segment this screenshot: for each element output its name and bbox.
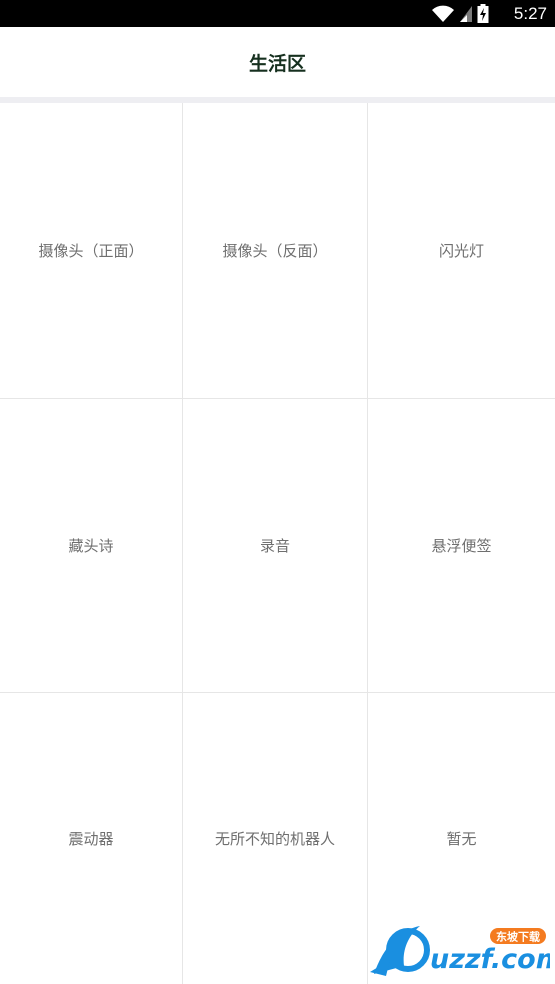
- tile-vibrator[interactable]: 震动器: [0, 693, 183, 984]
- battery-charging-icon: [477, 4, 489, 23]
- tile-label: 录音: [259, 537, 290, 555]
- signal-icon: [460, 5, 472, 22]
- tile-label: 暂无: [446, 830, 477, 848]
- status-bar: 5:27: [0, 0, 555, 27]
- status-time: 5:27: [513, 4, 547, 23]
- tile-label: 藏头诗: [68, 537, 114, 555]
- uzzf-watermark-logo: 东坡下载 uzzf.com: [370, 926, 550, 976]
- tile-rear-camera[interactable]: 摄像头（反面）: [183, 103, 368, 399]
- tile-label: 闪光灯: [438, 242, 484, 260]
- tile-robot[interactable]: 无所不知的机器人: [183, 693, 368, 984]
- tile-acrostic-poem[interactable]: 藏头诗: [0, 399, 183, 693]
- tile-label: 无所不知的机器人: [214, 830, 335, 848]
- tile-label: 震动器: [68, 830, 114, 848]
- page-title: 生活区: [248, 52, 306, 75]
- svg-text:东坡下载: 东坡下载: [496, 930, 540, 944]
- svg-text:uzzf.com: uzzf.com: [430, 944, 550, 975]
- tile-flashlight[interactable]: 闪光灯: [368, 103, 555, 399]
- tile-floating-note[interactable]: 悬浮便签: [368, 399, 555, 693]
- tile-recorder[interactable]: 录音: [183, 399, 368, 693]
- feature-grid: 摄像头（正面） 摄像头（反面） 闪光灯 藏头诗 录音 悬浮便签 震动器 无所不知…: [0, 103, 555, 984]
- tile-label: 摄像头（正面）: [38, 242, 144, 260]
- status-icons: [431, 4, 489, 23]
- tile-front-camera[interactable]: 摄像头（正面）: [0, 103, 183, 399]
- tile-label: 悬浮便签: [431, 537, 492, 555]
- app-header: 生活区: [0, 27, 555, 97]
- tile-label: 摄像头（反面）: [222, 242, 328, 260]
- wifi-icon: [432, 5, 454, 22]
